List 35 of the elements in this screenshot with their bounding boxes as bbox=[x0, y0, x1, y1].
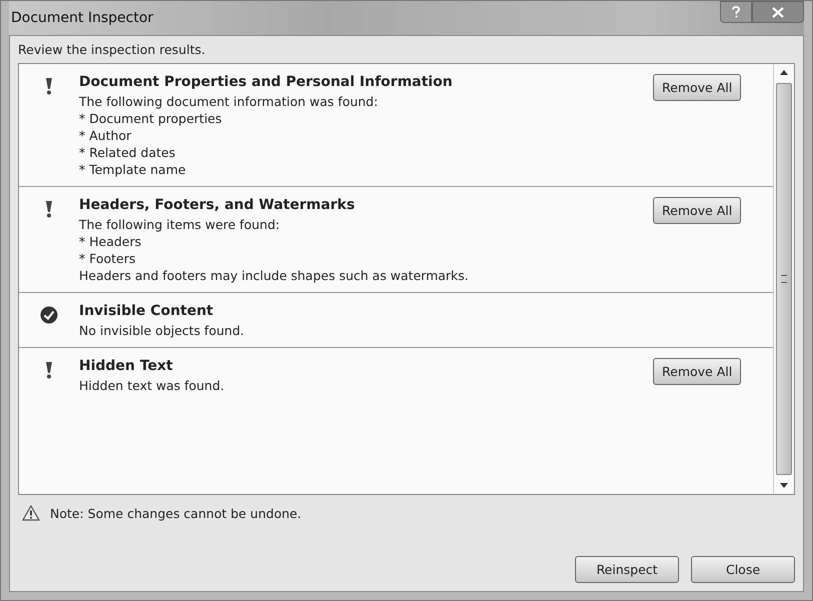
result-text: * Related dates bbox=[79, 144, 176, 161]
scrollbar[interactable] bbox=[773, 64, 794, 494]
result-text: * Template name bbox=[79, 161, 187, 178]
result-text: Hidden text was found. bbox=[79, 377, 226, 394]
remove-all-button[interactable]: Remove All bbox=[653, 358, 742, 385]
result-text: * Footers bbox=[79, 250, 137, 267]
section-title: Headers, Footers, and Watermarks bbox=[79, 197, 356, 213]
close-dialog-button[interactable]: Close bbox=[691, 556, 795, 583]
reinspect-button[interactable]: Reinspect bbox=[575, 556, 679, 583]
result-text: No invisible objects found. bbox=[79, 322, 246, 339]
result-text: * Author bbox=[79, 127, 132, 144]
scroll-down-icon[interactable] bbox=[780, 483, 788, 488]
exclamation-icon bbox=[45, 361, 53, 379]
close-button[interactable] bbox=[752, 1, 804, 23]
note-text: Note: Some changes cannot be undone. bbox=[50, 506, 302, 520]
section-title: Document Properties and Personal Information bbox=[79, 74, 454, 90]
result-text: The following items were found: bbox=[79, 216, 281, 233]
result-text: The following document information was found: bbox=[79, 93, 379, 110]
section-title: Hidden Text bbox=[79, 358, 174, 374]
checkmark-icon bbox=[40, 306, 58, 324]
window-title: Document Inspector bbox=[10, 10, 154, 26]
help-icon bbox=[731, 6, 741, 18]
help-button[interactable] bbox=[720, 1, 752, 23]
remove-all-button[interactable]: Remove All bbox=[653, 74, 742, 101]
instruction-text: Review the inspection results. bbox=[18, 42, 206, 57]
scroll-up-icon[interactable] bbox=[780, 70, 788, 75]
remove-all-button[interactable]: Remove All bbox=[653, 197, 742, 224]
exclamation-icon bbox=[45, 77, 53, 95]
warning-icon bbox=[22, 505, 40, 521]
close-icon bbox=[772, 6, 784, 18]
result-text: * Document properties bbox=[79, 110, 223, 127]
result-text: Headers and footers may include shapes such as watermarks. bbox=[79, 267, 470, 284]
result-text: * Headers bbox=[79, 233, 142, 250]
section-title: Invisible Content bbox=[79, 303, 214, 319]
exclamation-icon bbox=[45, 200, 53, 218]
